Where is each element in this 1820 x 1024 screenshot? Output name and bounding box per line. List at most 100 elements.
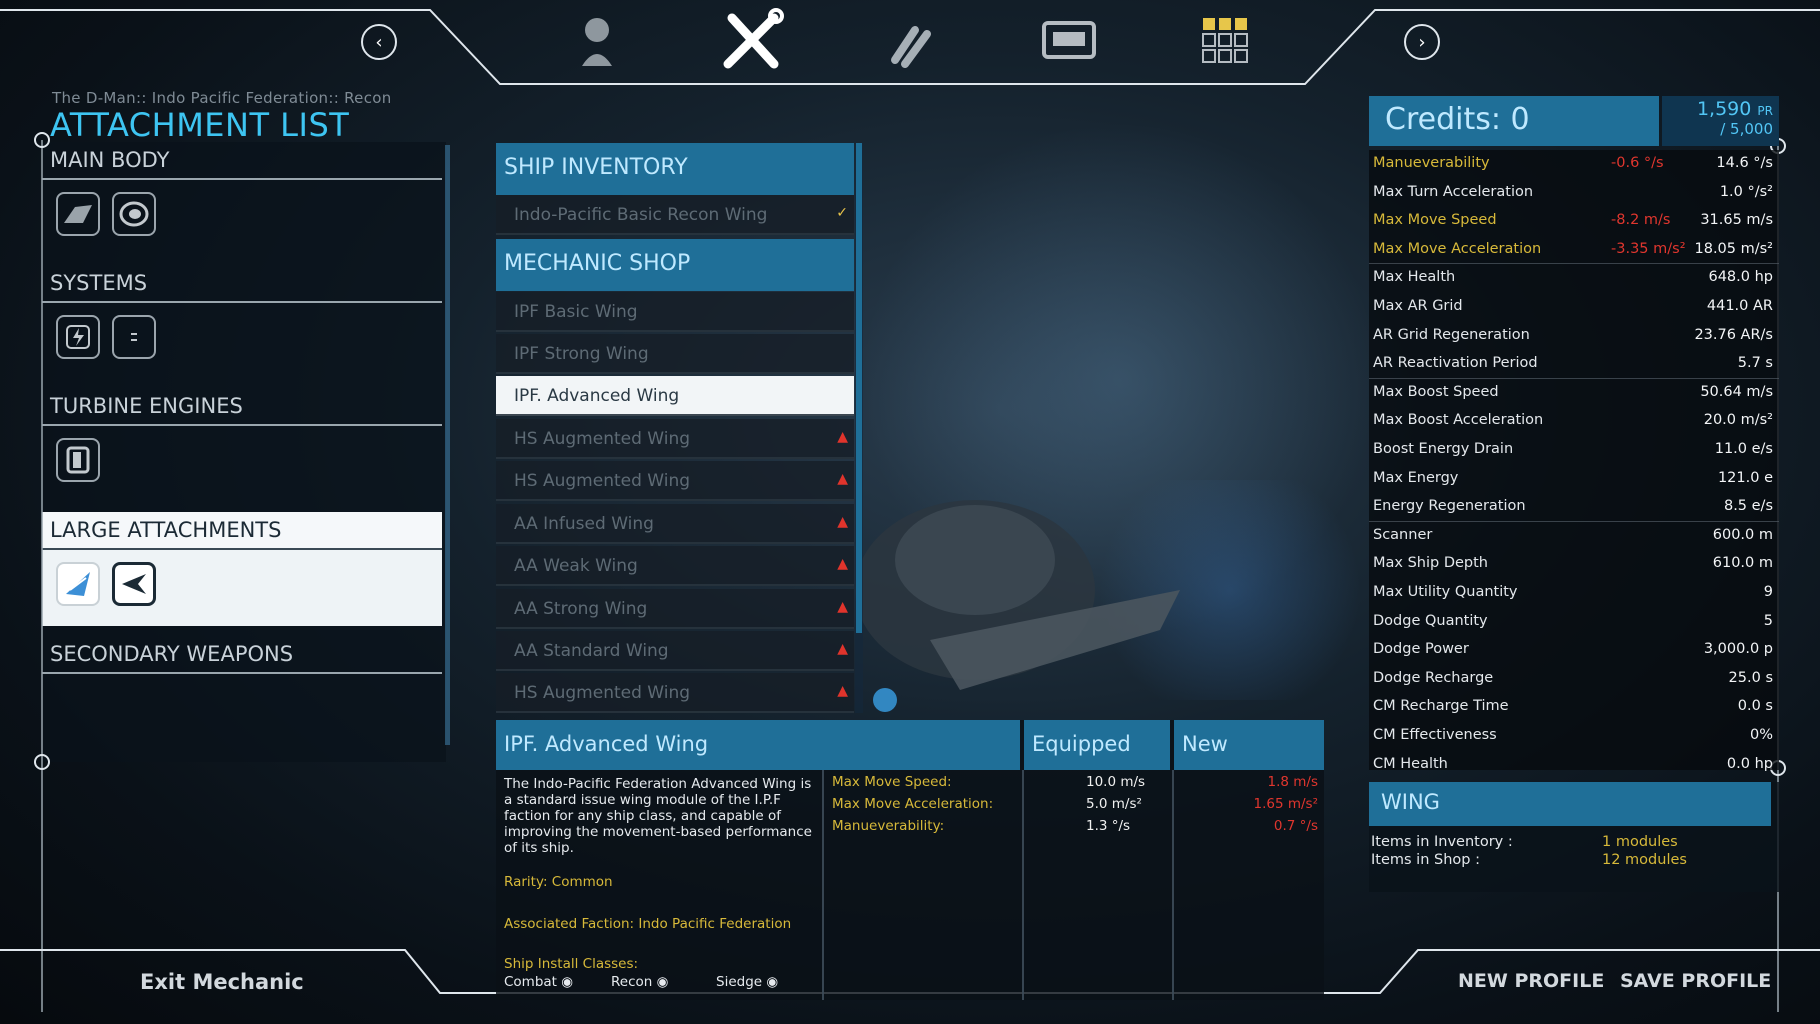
- stat-name: AR Grid Regeneration: [1373, 326, 1530, 343]
- list-item[interactable]: AA Infused Wing ▲: [496, 504, 854, 544]
- exit-mechanic-button[interactable]: Exit Mechanic: [140, 970, 304, 994]
- install-classes-label: Ship Install Classes:: [504, 956, 639, 972]
- class-siedge[interactable]: Siedge ◉: [716, 974, 778, 990]
- stat-row: Max AR Grid 441.0 AR: [1369, 293, 1779, 321]
- ship-inventory-header: SHIP INVENTORY: [496, 143, 854, 195]
- stat-row: Max Energy 121.0 e: [1369, 465, 1779, 493]
- stat-row: Max Boost Speed 50.64 m/s: [1369, 379, 1779, 407]
- list-item[interactable]: IPF Strong Wing: [496, 334, 854, 374]
- module-list-scrollbar[interactable]: [855, 143, 863, 713]
- stat-name: Max Move Speed:: [832, 774, 952, 790]
- stat-delta: -3.35 m/s²: [1611, 240, 1686, 257]
- stat-row: Dodge Recharge 25.0 s: [1369, 665, 1779, 693]
- stat-name: Manueverability:: [832, 818, 945, 834]
- stat-value: 121.0 e: [1717, 469, 1773, 486]
- pr-current: 1,590: [1696, 98, 1752, 120]
- list-item[interactable]: HS Augmented Wing ▲: [496, 419, 854, 459]
- list-item-selected[interactable]: IPF. Advanced Wing: [496, 376, 854, 416]
- stat-name: Max AR Grid: [1373, 298, 1463, 314]
- list-item[interactable]: HS Augmented Wing ▲: [496, 673, 854, 713]
- stat-row: Energy Regeneration 8.5 e/s: [1369, 493, 1779, 521]
- stat-row: Manueverability -0.6 °/s 14.6 °/s: [1369, 150, 1779, 178]
- stats-list: Manueverability -0.6 °/s 14.6 °/s Max Turn …: [1369, 150, 1779, 772]
- stat-new: 0.7 °/s: [1273, 818, 1318, 834]
- module-name: IPF. Advanced Wing: [496, 720, 1020, 770]
- stat-name: CM Health: [1373, 755, 1448, 772]
- stat-name: Max Boost Acceleration: [1373, 412, 1544, 429]
- class-label: Recon: [611, 974, 653, 990]
- stat-row: Dodge Power 3,000.0 p: [1369, 636, 1779, 664]
- wing-header: WING: [1369, 782, 1771, 826]
- stat-row: CM Effectiveness 0%: [1369, 722, 1779, 750]
- ship-stats-panel: Credits: 0 1,590 PR / 5,000 Manueverabil…: [1369, 96, 1779, 896]
- wing-summary: WING Items in Inventory : 1 modules Item…: [1369, 782, 1779, 892]
- stat-name: Max Ship Depth: [1373, 555, 1488, 572]
- stat-value: 0%: [1749, 727, 1773, 743]
- module-detail-panel: IPF. Advanced Wing Equipped New The Indo…: [496, 720, 1324, 1000]
- stat-row: Boost Energy Drain 11.0 e/s: [1369, 436, 1779, 464]
- stat-value: 610.0 m: [1712, 555, 1773, 572]
- item-label: IPF Basic Wing: [514, 302, 638, 322]
- warning-icon: ▲: [837, 556, 848, 572]
- warning-icon: ▲: [837, 429, 848, 445]
- radio-icon: ◉: [656, 974, 669, 990]
- item-label: HS Augmented Wing: [514, 471, 691, 491]
- save-profile-button[interactable]: SAVE PROFILE: [1620, 970, 1771, 992]
- stat-new: 1.8 m/s: [1267, 774, 1319, 790]
- stat-row: Max Move Acceleration -3.35 m/s² 18.05 m/s…: [1369, 236, 1779, 264]
- stat-value: 0.0 hp: [1726, 755, 1773, 772]
- list-item[interactable]: AA Weak Wing ▲: [496, 546, 854, 586]
- equipped-header: Equipped: [1024, 720, 1170, 770]
- stat-delta: -8.2 m/s: [1611, 212, 1671, 229]
- list-item[interactable]: AA Standard Wing ▲: [496, 631, 854, 671]
- stat-name: Max Utility Quantity: [1373, 584, 1518, 600]
- list-item[interactable]: HS Augmented Wing ▲: [496, 461, 854, 501]
- mechanic-shop-header: MECHANIC SHOP: [496, 239, 854, 291]
- stat-row: CM Recharge Time 0.0 s: [1369, 693, 1779, 721]
- stat-equipped: 10.0 m/s: [1086, 774, 1146, 790]
- stat-row: Max Utility Quantity 9: [1369, 579, 1779, 607]
- item-label: HS Augmented Wing: [514, 683, 691, 703]
- pr-unit: PR: [1757, 104, 1773, 118]
- shop-count-label: Items in Shop :: [1371, 852, 1480, 868]
- stat-value: 1.0 °/s²: [1719, 183, 1773, 200]
- class-recon[interactable]: Recon ◉: [611, 974, 668, 990]
- item-label: IPF. Advanced Wing: [514, 386, 680, 406]
- stat-row: Max Move Speed -8.2 m/s 31.65 m/s: [1369, 207, 1779, 235]
- stat-name: AR Reactivation Period: [1373, 355, 1538, 372]
- list-item[interactable]: Indo-Pacific Basic Recon Wing ✓: [496, 195, 854, 235]
- stat-name: Max Move Acceleration: [1373, 240, 1542, 257]
- scrollbar-thumb[interactable]: [856, 143, 862, 633]
- warning-icon: ▲: [837, 641, 848, 657]
- stat-name: Max Health: [1373, 269, 1456, 286]
- stat-name: Dodge Recharge: [1373, 669, 1494, 686]
- pr-max: / 5,000: [1720, 120, 1773, 138]
- warning-icon: ▲: [837, 599, 848, 615]
- divider: [1172, 770, 1174, 1000]
- item-label: AA Strong Wing: [514, 599, 648, 619]
- associated-faction: Associated Faction: Indo Pacific Federat…: [504, 916, 792, 932]
- stat-name: Dodge Power: [1373, 641, 1469, 658]
- stat-new: 1.65 m/s²: [1253, 796, 1319, 812]
- new-header: New: [1174, 720, 1324, 770]
- stat-value: 8.5 e/s: [1723, 498, 1773, 515]
- new-profile-button[interactable]: NEW PROFILE: [1458, 970, 1604, 992]
- stat-row: Max Health 648.0 hp: [1369, 264, 1779, 292]
- stat-value: 25.0 s: [1728, 669, 1773, 686]
- class-label: Combat: [504, 974, 557, 990]
- stat-name: Max Move Acceleration:: [832, 796, 994, 812]
- list-item[interactable]: AA Strong Wing ▲: [496, 589, 854, 629]
- stat-value: 600.0 m: [1712, 526, 1773, 543]
- class-label: Siedge: [716, 974, 763, 990]
- stat-row: Max Ship Depth 610.0 m: [1369, 550, 1779, 578]
- divider: [822, 770, 824, 1000]
- stat-row: Scanner 600.0 m: [1369, 522, 1779, 550]
- stat-value: 14.6 °/s: [1716, 155, 1773, 171]
- stat-value: 31.65 m/s: [1700, 212, 1773, 229]
- stat-name: Max Boost Speed: [1373, 383, 1499, 400]
- list-item[interactable]: IPF Basic Wing: [496, 292, 854, 332]
- stat-delta: -0.6 °/s: [1611, 155, 1664, 171]
- class-combat[interactable]: Combat ◉: [504, 974, 573, 990]
- stat-name: Max Energy: [1373, 469, 1459, 486]
- stat-name: Manueverability: [1373, 155, 1490, 171]
